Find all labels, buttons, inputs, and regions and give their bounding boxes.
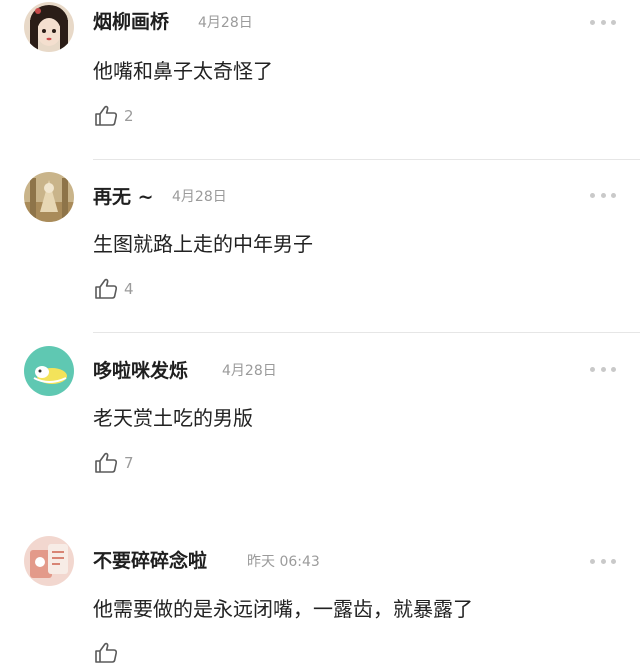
thumbs-up-icon [95,642,118,663]
avatar[interactable] [24,2,74,52]
more-dots-icon[interactable] [590,17,616,27]
like-button[interactable]: 2 [94,103,134,129]
avatar[interactable] [24,536,74,586]
comment-text: 老天赏土吃的男版 [93,406,253,430]
avatar[interactable] [24,172,74,222]
more-dots-icon[interactable] [590,556,616,566]
thumbs-up-icon [95,105,118,126]
username[interactable]: 再无 ~ [93,185,154,209]
like-count: 4 [124,280,134,298]
comment-time: 4月28日 [198,15,253,31]
comment-item: 烟柳画桥 4月28日 他嘴和鼻子太奇怪了 2 [0,0,640,160]
like-button[interactable]: 4 [94,276,134,302]
more-dots-icon[interactable] [590,364,616,374]
username[interactable]: 哆啦咪发烁 [93,359,188,383]
comment-text: 他需要做的是永远闭嘴，一露齿，就暴露了 [93,597,473,621]
like-count: 7 [124,454,134,472]
username[interactable]: 不要碎碎念啦 [93,549,207,573]
comment-item: 不要碎碎念啦 昨天 06:43 他需要做的是永远闭嘴，一露齿，就暴露了 [0,514,640,665]
comment-text: 他嘴和鼻子太奇怪了 [93,59,273,83]
like-count: 2 [124,107,134,125]
more-dots-icon[interactable] [590,190,616,200]
avatar[interactable] [24,346,74,396]
divider [93,332,640,333]
comment-item: 再无 ~ 4月28日 生图就路上走的中年男子 4 [0,160,640,334]
comment-time: 昨天 06:43 [247,554,320,570]
comment-time: 4月28日 [222,363,277,379]
thumbs-up-icon [95,452,118,473]
comment-time: 4月28日 [172,189,227,205]
username[interactable]: 烟柳画桥 [93,10,169,34]
comment-item: 哆啦咪发烁 4月28日 老天赏土吃的男版 7 [0,334,640,514]
like-button[interactable] [94,640,124,666]
like-button[interactable]: 7 [94,450,134,476]
comment-text: 生图就路上走的中年男子 [93,232,313,256]
thumbs-up-icon [95,278,118,299]
